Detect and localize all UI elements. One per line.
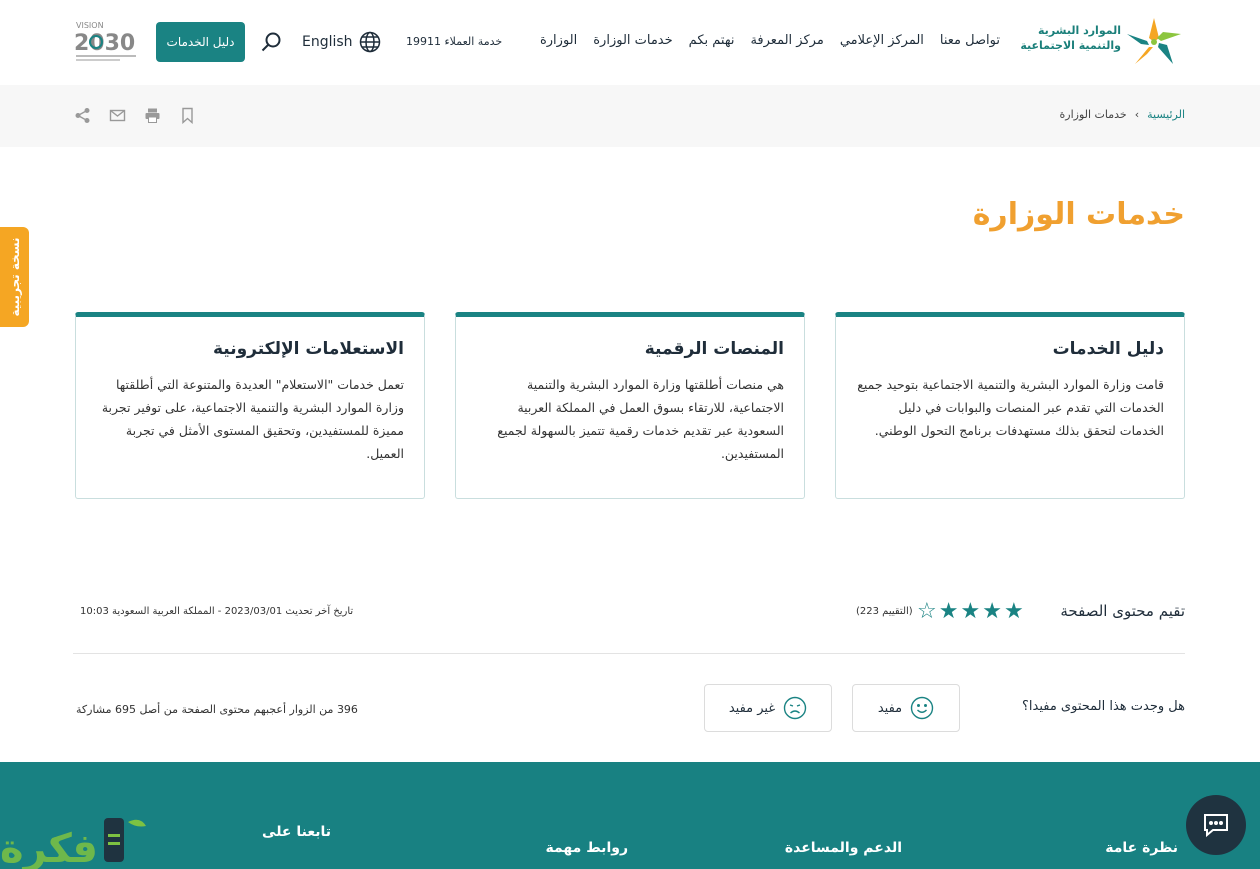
chevron-left-icon: ‹ xyxy=(1134,108,1140,121)
not-useful-button[interactable]: غير مفيد xyxy=(704,684,832,732)
services-guide-button[interactable]: دليل الخدمات xyxy=(156,22,245,62)
customer-service-number[interactable]: خدمة العملاء 19911 xyxy=(406,35,502,48)
site-footer xyxy=(0,762,1260,869)
language-switch[interactable]: English xyxy=(302,31,381,53)
feedback-question: هل وجدت هذا المحتوى مفيدا؟ xyxy=(1022,699,1185,714)
rating-label: تقيم محتوى الصفحة xyxy=(1060,602,1185,620)
footer-links-heading[interactable]: روابط مهمة xyxy=(546,840,628,856)
nav-media-center[interactable]: المركز الإعلامي xyxy=(840,33,924,48)
card-services-guide[interactable]: دليل الخدمات قامت وزارة الموارد البشرية … xyxy=(835,312,1185,499)
smile-icon xyxy=(910,696,934,720)
footer-follow-heading: تابعنا على xyxy=(262,824,331,840)
card-electronic-inquiries[interactable]: الاستعلامات الإلكترونية تعمل خدمات "الاس… xyxy=(75,312,425,499)
card-text: تعمل خدمات "الاستعلام" العديدة والمتنوعة… xyxy=(101,377,404,461)
card-text: قامت وزارة الموارد البشرية والتنمية الاج… xyxy=(857,377,1164,438)
page-title: خدمات الوزارة xyxy=(972,197,1185,232)
useful-label: مفيد xyxy=(877,700,903,716)
svg-text:2030: 2030 xyxy=(74,31,135,56)
star-empty-icon[interactable]: ☆ xyxy=(917,601,937,623)
bookmark-icon[interactable] xyxy=(179,107,196,125)
nav-ministry-services[interactable]: خدمات الوزارة xyxy=(593,33,672,48)
nav-we-care[interactable]: نهتم بكم xyxy=(689,33,735,48)
beta-version-tab[interactable]: نسخة تجريبية xyxy=(0,227,29,327)
breadcrumb-current: خدمات الوزارة xyxy=(1059,108,1127,121)
breadcrumb: الرئيسية ‹ خدمات الوزارة xyxy=(1060,108,1186,121)
svg-text:فكرة: فكرة xyxy=(0,826,98,869)
logo-text: الموارد البشرية والتنمية الاجتماعية xyxy=(1020,23,1121,53)
ministry-emblem-icon xyxy=(1127,18,1181,64)
email-icon[interactable] xyxy=(109,107,126,124)
site-header: الموارد البشرية والتنمية الاجتماعية الوز… xyxy=(0,0,1260,85)
search-icon[interactable] xyxy=(260,31,282,53)
nav-contact-us[interactable]: تواصل معنا xyxy=(940,33,1000,48)
card-title: الاستعلامات الإلكترونية xyxy=(212,339,404,359)
language-label: English xyxy=(302,34,353,50)
print-icon[interactable] xyxy=(144,107,161,124)
chat-button[interactable] xyxy=(1186,795,1246,855)
card-text: هي منصات أطلقتها وزارة الموارد البشرية و… xyxy=(497,377,784,461)
card-digital-platforms[interactable]: المنصات الرقمية هي منصات أطلقتها وزارة ا… xyxy=(455,312,805,499)
nav-ministry[interactable]: الوزارة xyxy=(540,33,577,48)
not-useful-label: غير مفيد xyxy=(728,700,776,716)
star-filled-icon[interactable]: ★ xyxy=(982,601,1002,623)
rating-stars: ★ ★ ★ ★ ☆ xyxy=(917,601,1024,623)
star-filled-icon[interactable]: ★ xyxy=(939,601,959,623)
frown-icon xyxy=(783,696,807,720)
svg-text:VISION: VISION xyxy=(76,21,104,30)
footer-support-heading[interactable]: الدعم والمساعدة xyxy=(785,840,902,856)
ministry-logo[interactable]: الموارد البشرية والتنمية الاجتماعية xyxy=(1019,14,1185,70)
rating-count: (التقييم 223) xyxy=(856,606,913,617)
card-title: دليل الخدمات xyxy=(1052,339,1164,359)
logo-line-1: الموارد البشرية xyxy=(1038,24,1121,37)
card-title: المنصات الرقمية xyxy=(644,339,784,359)
star-filled-icon[interactable]: ★ xyxy=(1004,601,1024,623)
nav-knowledge-center[interactable]: مركز المعرفة xyxy=(750,33,823,48)
footer-overview-heading[interactable]: نظرة عامة xyxy=(1105,840,1178,856)
useful-button[interactable]: مفيد xyxy=(852,684,960,732)
share-icon[interactable] xyxy=(74,107,91,124)
last-updated: تاريخ آخر تحديث 2023/03/01 - المملكة الع… xyxy=(80,606,354,617)
feedback-stats: 396 من الزوار أعجبهم محتوى الصفحة من أصل… xyxy=(76,703,358,716)
page-tools xyxy=(74,107,196,125)
star-filled-icon[interactable]: ★ xyxy=(960,601,980,623)
globe-icon xyxy=(359,31,380,53)
main-nav: الوزارة خدمات الوزارة نهتم بكم مركز المع… xyxy=(540,33,1000,48)
vision-2030-logo: VISION 2030 xyxy=(74,21,136,61)
beta-label: نسخة تجريبية xyxy=(7,237,22,317)
breadcrumb-home[interactable]: الرئيسية xyxy=(1147,108,1185,121)
breadcrumb-bar: الرئيسية ‹ خدمات الوزارة xyxy=(0,85,1260,147)
fikra-watermark-logo: فكرة xyxy=(0,818,146,869)
divider xyxy=(73,653,1185,654)
chat-icon xyxy=(1204,814,1228,838)
logo-line-2: والتنمية الاجتماعية xyxy=(1020,39,1121,52)
